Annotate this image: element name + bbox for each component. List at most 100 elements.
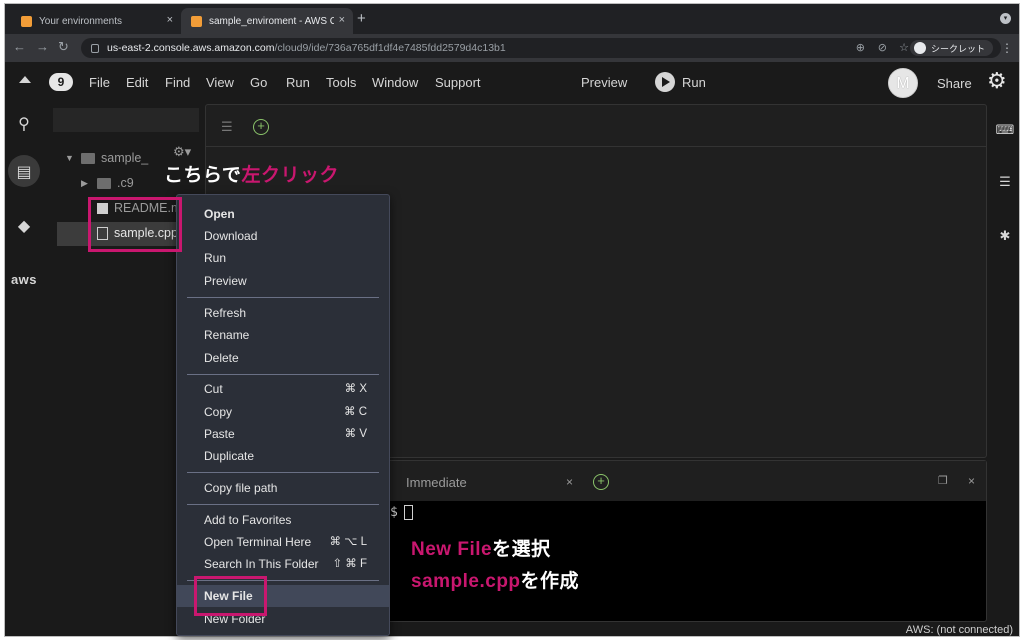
menu-item-shortcut: ⌘ V (344, 428, 367, 440)
share-button[interactable]: Share (937, 76, 972, 91)
preview-button[interactable]: Preview (581, 75, 627, 90)
menu-item-shortcut: ⌘ X (344, 383, 367, 395)
settings-gear-icon[interactable]: ⚙ (987, 68, 1007, 94)
close-tab-icon[interactable]: × (339, 14, 345, 26)
menu-separator (187, 504, 379, 505)
tab-search-icon[interactable]: ▾ (1000, 13, 1011, 24)
menu-support[interactable]: Support (435, 75, 481, 90)
menu-item-delete[interactable]: Delete (177, 347, 389, 369)
chevron-down-icon[interactable]: ▼ (65, 153, 74, 163)
search-icon[interactable]: ⚲ (5, 114, 43, 134)
incognito-badge[interactable]: シークレット (909, 40, 993, 56)
annotation-highlight-text: 左クリック (241, 165, 339, 186)
back-arrow-icon[interactable]: ← (13, 39, 26, 54)
menu-window[interactable]: Window (372, 75, 418, 90)
menu-item-rename[interactable]: Rename (177, 324, 389, 346)
left-icon-rail: ⚲ ▤ ◆ aws (5, 104, 43, 624)
tree-settings-gear-icon[interactable]: ⚙▾ (173, 144, 191, 160)
zoom-icon[interactable]: ⊕ (856, 41, 865, 54)
menu-item-copy-file-path[interactable]: Copy file path (177, 477, 389, 499)
tree-search-input[interactable] (53, 108, 199, 132)
tree-item-root[interactable]: ▼ sample_ (65, 151, 148, 165)
menu-item-open-terminal-here[interactable]: Open Terminal Here ⌘ ⌥ L (177, 531, 389, 553)
avatar[interactable]: M (888, 68, 918, 98)
chevron-right-icon[interactable]: ▶ (81, 178, 89, 189)
new-tab-button[interactable]: + (357, 10, 366, 27)
add-tab-icon[interactable]: + (253, 119, 269, 135)
menu-item-label: Copy file path (204, 481, 278, 495)
menu-item-add-to-favorites[interactable]: Add to Favorites (177, 509, 389, 531)
add-terminal-tab-icon[interactable]: + (593, 474, 609, 490)
editor-tab-bar: ☰ + (206, 105, 986, 147)
collapse-menu-icon[interactable] (19, 76, 31, 83)
menu-item-label: Duplicate (204, 449, 255, 463)
cloud9-logo-icon[interactable]: 9 (49, 73, 73, 91)
tree-item-c9[interactable]: ▶ .c9 (81, 176, 134, 190)
browser-tab-ide[interactable]: sample_enviroment - AWS Clo × (181, 8, 353, 34)
menu-item-label: Open Terminal Here (204, 535, 312, 549)
tab-immediate[interactable]: Immediate (406, 475, 467, 490)
menu-item-search-in-folder[interactable]: Search In This Folder ⇧ ⌘ F (177, 553, 389, 575)
terminal-prompt[interactable]: $ (390, 505, 413, 520)
reload-icon[interactable]: ↻ (58, 39, 69, 55)
annotation-highlight-text: New File (411, 539, 493, 560)
annotation-left-click: こちらで左クリック (164, 160, 339, 187)
close-tab-icon[interactable]: × (167, 14, 173, 26)
environment-files-icon[interactable]: ▤ (5, 162, 43, 182)
menu-item-refresh[interactable]: Refresh (177, 302, 389, 324)
menu-item-label: Add to Favorites (204, 513, 292, 527)
address-bar[interactable]: us-east-2.console.aws.amazon.com/cloud9/… (81, 38, 1001, 58)
menu-item-label: Run (204, 251, 227, 265)
menu-item-label: Delete (204, 351, 239, 365)
menu-find[interactable]: Find (165, 75, 190, 90)
menu-item-copy[interactable]: Copy ⌘ C (177, 401, 389, 423)
folder-icon (97, 177, 111, 189)
source-control-icon[interactable]: ◆ (5, 216, 43, 236)
aws-logo-icon[interactable]: aws (5, 272, 43, 287)
highlight-box-file (88, 197, 182, 252)
menu-item-run[interactable]: Run (177, 247, 389, 269)
forward-arrow-icon[interactable]: → (36, 39, 49, 54)
hamburger-menu-icon[interactable]: ☰ (221, 119, 233, 135)
eye-slash-icon[interactable]: ⊘ (878, 41, 887, 54)
aws-connection-status: AWS: (not connected) (905, 624, 1013, 636)
menu-item-duplicate[interactable]: Duplicate (177, 445, 389, 467)
menu-item-preview[interactable]: Preview (177, 270, 389, 292)
menu-item-open[interactable]: Open (177, 203, 389, 225)
close-tab-icon[interactable]: × (566, 475, 573, 489)
close-panel-icon[interactable]: × (968, 474, 975, 488)
menu-view[interactable]: View (206, 75, 234, 90)
star-icon[interactable]: ☆ (899, 41, 909, 54)
aws-cube-icon (21, 15, 32, 27)
restore-panel-icon[interactable]: ❐ (938, 474, 948, 487)
menu-item-label: Paste (204, 427, 235, 441)
annotation-create-file: sample.cppを作成 (411, 566, 579, 593)
outline-list-icon[interactable]: ☰ (989, 174, 1019, 190)
status-bar: AWS: (not connected) (5, 624, 1019, 636)
right-icon-rail: ⌨ ☰ ✱ (989, 104, 1019, 624)
browser-tab-environments[interactable]: Your environments × (11, 8, 181, 34)
menu-run[interactable]: Run (286, 75, 310, 90)
debugger-bug-icon[interactable]: ✱ (989, 228, 1019, 244)
menu-file[interactable]: File (89, 75, 110, 90)
menu-item-label: Preview (204, 274, 247, 288)
menu-go[interactable]: Go (250, 75, 267, 90)
menu-item-download[interactable]: Download (177, 225, 389, 247)
tab-title: Your environments (39, 15, 123, 27)
menu-item-label: Cut (204, 382, 223, 396)
menu-item-label: Open (204, 207, 235, 221)
menu-item-label: Copy (204, 405, 233, 419)
browser-menu-icon[interactable]: ⋮ (1001, 41, 1013, 55)
folder-icon (81, 152, 95, 164)
menu-item-paste[interactable]: Paste ⌘ V (177, 423, 389, 445)
menu-item-label: Refresh (204, 306, 247, 320)
menu-tools[interactable]: Tools (326, 75, 356, 90)
tab-title: sample_enviroment - AWS Clo (209, 15, 334, 27)
run-button[interactable]: Run (682, 75, 706, 90)
annotation-text: を作成 (520, 571, 580, 592)
collaborate-chat-icon[interactable]: ⌨ (989, 122, 1019, 138)
lock-icon (91, 43, 99, 53)
menu-item-cut[interactable]: Cut ⌘ X (177, 378, 389, 400)
menu-edit[interactable]: Edit (126, 75, 148, 90)
run-play-icon[interactable] (655, 72, 675, 92)
